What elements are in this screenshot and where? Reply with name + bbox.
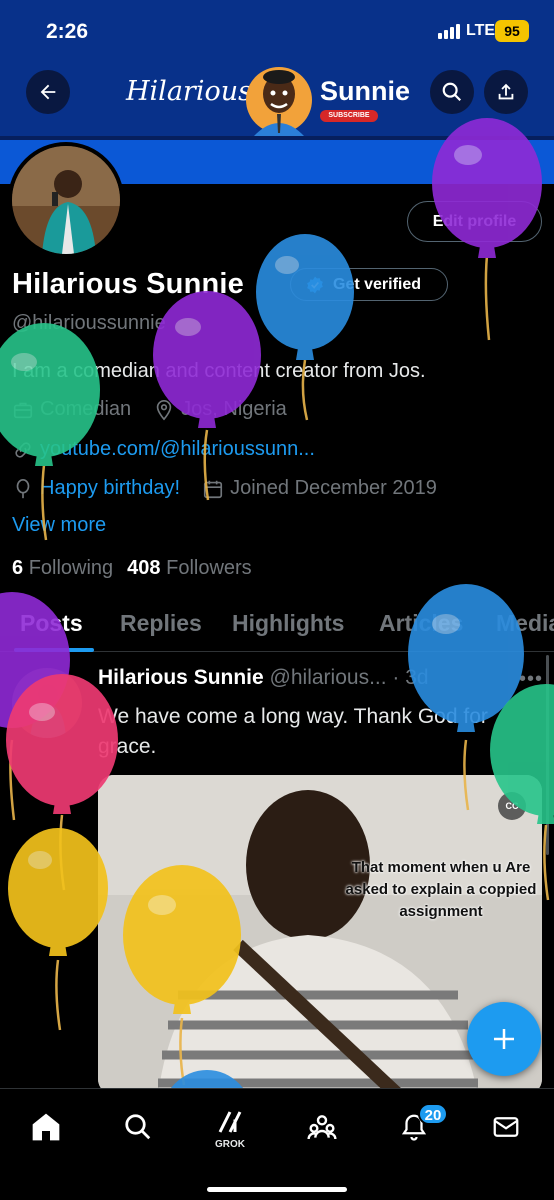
status-bar: 2:26 LTE 95	[0, 0, 554, 56]
status-time: 2:26	[46, 20, 89, 43]
grok-label: GROK	[215, 1139, 245, 1150]
search-icon	[125, 1114, 151, 1140]
following-count: 6	[12, 557, 24, 579]
location-pin-icon	[156, 399, 172, 420]
meme-caption: That moment when u Are asked to explain …	[345, 859, 537, 920]
plus-icon	[494, 1029, 514, 1049]
profile-meta-row-2: youtube.com/@hilarioussunn...	[12, 438, 337, 461]
more-options-icon[interactable]: •••	[519, 668, 543, 691]
grok-icon	[218, 1111, 242, 1133]
mail-icon	[493, 1117, 519, 1137]
share-button[interactable]	[484, 70, 528, 114]
search-button[interactable]	[430, 70, 474, 114]
balloon-icon	[16, 478, 30, 498]
profile-handle: @hilarioussunnie	[12, 312, 166, 334]
nav-home[interactable]	[24, 1105, 68, 1149]
profile-location: Jos, Nigeria	[181, 398, 287, 420]
get-verified-label: Get verified	[333, 275, 422, 293]
home-icon	[32, 1113, 60, 1141]
active-tab-indicator	[14, 648, 94, 652]
nav-search[interactable]	[116, 1105, 160, 1149]
following-link[interactable]: 6 Following	[12, 557, 113, 580]
edit-profile-button[interactable]: Edit profile	[407, 201, 542, 242]
profile-meta-row-1: Comedian Jos, Nigeria	[12, 398, 309, 421]
post-author-handle: @hilarious... · 3d	[269, 666, 429, 689]
post-text: We have come a long way. Thank God for g…	[98, 705, 488, 758]
profile-website-link[interactable]: youtube.com/@hilarioussunn...	[40, 438, 315, 461]
scrollbar[interactable]	[546, 655, 549, 855]
get-verified-button[interactable]: Get verified	[290, 268, 448, 301]
follow-stats: 6 Following 408 Followers	[12, 557, 252, 580]
signal-icon	[438, 24, 460, 39]
profile-meta-row-3: Happy birthday! Joined December 2019	[12, 477, 459, 500]
cartoon-character-image	[246, 67, 312, 136]
post-author-avatar[interactable]	[12, 668, 82, 738]
captions-icon[interactable]: CC	[498, 792, 526, 820]
back-button[interactable]	[26, 70, 70, 114]
followers-label: Followers	[166, 557, 252, 579]
communities-icon	[307, 1115, 337, 1140]
nav-messages[interactable]	[484, 1105, 528, 1149]
followers-count: 408	[127, 557, 161, 579]
tab-media[interactable]: Media	[496, 610, 554, 637]
tab-articles[interactable]: Articles	[379, 610, 463, 637]
verified-badge-icon	[307, 276, 323, 293]
tab-replies[interactable]: Replies	[120, 610, 202, 637]
network-label: LTE	[466, 22, 496, 39]
profile-avatar[interactable]	[8, 142, 124, 258]
banner-title-word2: Sunnie	[320, 76, 411, 106]
profile-birthday-link[interactable]: Happy birthday!	[40, 477, 180, 500]
profile-tabs: Posts Replies Highlights Articles Media	[0, 600, 554, 652]
tab-highlights[interactable]: Highlights	[232, 610, 344, 637]
compose-post-button[interactable]	[467, 1002, 541, 1076]
profile-bio: I am a comedian and content creator from…	[12, 360, 426, 382]
home-indicator[interactable]	[207, 1187, 347, 1192]
profile-name: Hilarious Sunnie	[12, 268, 245, 300]
balloon-purple-middle	[153, 291, 261, 501]
share-icon	[498, 83, 514, 100]
post-author-name[interactable]: Hilarious Sunnie	[98, 666, 264, 689]
search-icon	[442, 82, 462, 102]
balloon-yellow-left	[8, 828, 108, 1031]
following-label: Following	[28, 557, 114, 579]
bottom-navigation: GROK 20	[0, 1088, 554, 1200]
nav-grok[interactable]: GROK	[208, 1105, 252, 1150]
tab-posts[interactable]: Posts	[20, 610, 83, 637]
followers-link[interactable]: 408 Followers	[127, 557, 252, 580]
briefcase-icon	[13, 402, 33, 418]
profile-joined-date: Joined December 2019	[230, 477, 437, 499]
nav-communities[interactable]	[300, 1105, 344, 1149]
arrow-left-icon	[40, 84, 56, 100]
link-icon	[15, 441, 31, 458]
balloon-green-left	[0, 323, 100, 541]
banner-title-word1: Hilarious	[126, 76, 252, 107]
subscribe-badge: SUBSCRIBE	[320, 110, 378, 122]
calendar-icon	[204, 480, 223, 498]
profile-category: Comedian	[40, 398, 132, 420]
view-more-link[interactable]: View more	[12, 514, 106, 537]
avatar-photo	[12, 146, 120, 254]
battery-indicator: 95	[495, 20, 529, 42]
balloon-blue-top	[256, 234, 354, 421]
notifications-badge: 20	[418, 1103, 448, 1125]
post-header: Hilarious Sunnie @hilarious... · 3d	[98, 666, 538, 690]
